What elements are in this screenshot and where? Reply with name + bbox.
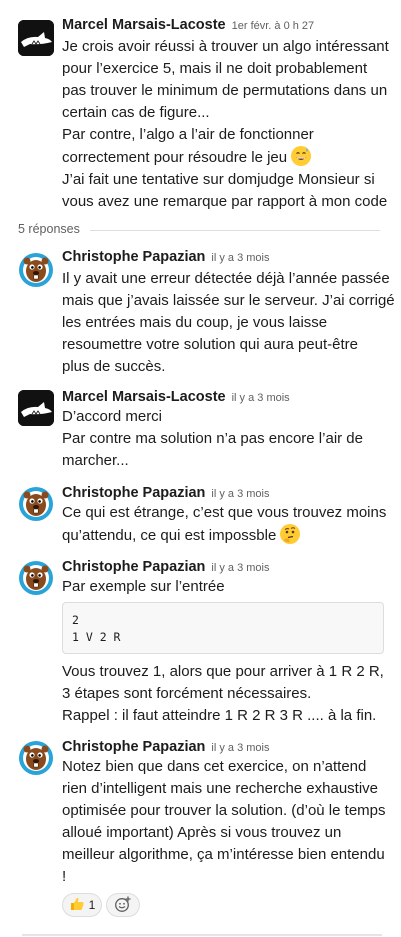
author-name[interactable]: Marcel Marsais-Lacoste 1er févr. à 0 h 27 (62, 16, 314, 35)
message-line: pas trouver le minimum de permutations d… (62, 82, 388, 99)
code-line: 2 (72, 613, 79, 627)
message-line: 3 étapes sont forcément nécessaires. (62, 685, 312, 702)
author-name[interactable]: Christophe Papazian il y a 3 mois (62, 484, 270, 503)
message-line: meilleur algorithme, ça m’intéresse bien… (62, 846, 385, 863)
beaver-avatar-icon (19, 741, 53, 775)
beaver-avatar-icon (19, 561, 53, 595)
message-line: Par contre, l’algo a l’air de fonctionne… (62, 126, 314, 143)
add-reaction-icon (114, 895, 132, 916)
shark-avatar-icon (18, 390, 54, 426)
beaver-avatar-icon (19, 253, 53, 287)
message-line: Rappel : il faut atteindre 1 R 2 R 3 R .… (62, 707, 377, 724)
message-body: Ce qui est étrange, c’est que vous trouv… (62, 502, 392, 547)
message-line: Je crois avoir réussi à trouver un algo … (62, 38, 389, 55)
message-line: optimisée pour trouver la solution. (d’o… (62, 802, 386, 819)
thumbs-up-icon (69, 896, 85, 915)
message-line: J’ai fait une tentative sur domjudge Mon… (62, 171, 375, 188)
code-block: 2 1 V 2 R (62, 602, 384, 654)
timestamp[interactable]: il y a 3 mois (211, 488, 269, 500)
message-line: Notez bien que dans cet exercice, on n’a… (62, 758, 367, 775)
reaction-thumbs-up[interactable]: 1 (62, 893, 102, 917)
avatar[interactable] (18, 20, 54, 56)
divider (22, 934, 382, 936)
timestamp[interactable]: il y a 3 mois (232, 392, 290, 404)
message-line: ! (62, 868, 67, 885)
timestamp[interactable]: il y a 3 mois (211, 742, 269, 754)
reaction-count: 1 (88, 898, 96, 912)
author-name[interactable]: Marcel Marsais-Lacoste il y a 3 mois (62, 388, 290, 407)
message-line: les entrées mais du coup, je vous laisse (62, 314, 328, 331)
avatar[interactable] (18, 740, 54, 776)
message-line: vous avez une remarque par rapport à mon… (62, 193, 388, 210)
message-line: certain cas de figure... (62, 104, 210, 121)
message-line: alloué important) Après si vous trouvez … (62, 824, 342, 841)
timestamp[interactable]: 1er févr. à 0 h 27 (232, 20, 315, 32)
message-body: Il y avait une erreur détectée déjà l’an… (62, 268, 395, 378)
thinking-face-emoji-icon (280, 524, 301, 544)
message-line: mais que j’avais laissée sur le serveur.… (62, 292, 395, 309)
avatar[interactable] (18, 560, 54, 596)
timestamp[interactable]: il y a 3 mois (211, 562, 269, 574)
replies-count: 5 réponses (18, 222, 80, 236)
message-body: Je crois avoir réussi à trouver un algo … (62, 36, 392, 213)
message-line: resoumettre votre solution qui aura peut… (62, 336, 358, 353)
author-name[interactable]: Christophe Papazian il y a 3 mois (62, 248, 270, 267)
divider (90, 230, 380, 231)
message-line: Ce qui est étrange, c’est que vous trouv… (62, 504, 387, 521)
avatar[interactable] (18, 486, 54, 522)
timestamp[interactable]: il y a 3 mois (211, 252, 269, 264)
code-line: 1 V 2 R (72, 630, 121, 644)
message-line: Il y avait une erreur détectée déjà l’an… (62, 270, 390, 287)
message-body: Notez bien que dans cet exercice, on n’a… (62, 756, 392, 888)
message-line: plus de succès. (62, 358, 166, 375)
message-line: Par exemple sur l’entrée (62, 578, 225, 595)
beaver-avatar-icon (19, 487, 53, 521)
add-reaction-button[interactable] (106, 893, 140, 917)
message-line-with-emoji: correctement pour résoudre le jeu (62, 146, 392, 169)
avatar[interactable] (18, 390, 54, 426)
author-name[interactable]: Christophe Papazian il y a 3 mois (62, 738, 270, 757)
author-name[interactable]: Christophe Papazian il y a 3 mois (62, 558, 270, 577)
message-line: pour l’exercice 5, mais il ne doit proba… (62, 60, 368, 77)
message-line-with-emoji: qu’attendu, ce qui est impossble (62, 524, 392, 547)
message-intro: Par exemple sur l’entrée (62, 576, 392, 598)
grinning-sweat-emoji-icon (291, 146, 312, 166)
message-body: D’accord merci Par contre ma solution n’… (62, 406, 392, 472)
message-line: D’accord merci (62, 408, 163, 425)
message-line: Vous trouvez 1, alors que pour arriver à… (62, 663, 384, 680)
shark-avatar-icon (18, 20, 54, 56)
message-body: Vous trouvez 1, alors que pour arriver à… (62, 661, 392, 727)
message-line: rien d’intelligent mais une recherche ex… (62, 780, 379, 797)
message-line: marcher... (62, 452, 129, 469)
avatar[interactable] (18, 252, 54, 288)
message-line: Par contre ma solution n’a pas encore l’… (62, 430, 363, 447)
